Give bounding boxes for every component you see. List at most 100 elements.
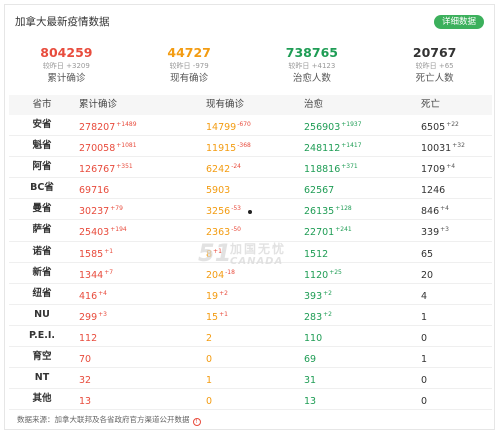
- cell-dead: 65: [421, 248, 434, 260]
- cell-confirmed: 25403+194: [79, 226, 127, 239]
- info-icon[interactable]: !: [192, 418, 201, 426]
- cell-dead: 339+3: [421, 226, 449, 239]
- cell-province: 阿省: [32, 161, 52, 173]
- table-row[interactable]: 萨省 25403+194 2363-50 22701+241 339+3: [9, 220, 492, 242]
- cell-cured-delta: +371: [341, 163, 358, 171]
- table-row[interactable]: 纽省 416+4 19+2 393+2 4: [9, 284, 492, 305]
- cell-dead: 4: [421, 290, 428, 302]
- table-row[interactable]: 魁省 270058+1081 11915-368 248112+1417 10031+3…: [9, 136, 492, 158]
- cell-dead: 10031+32: [421, 142, 465, 155]
- cell-confirmed-delta: +79: [110, 205, 123, 213]
- cell-cured-delta: +1937: [341, 121, 362, 128]
- table-row[interactable]: P.E.I. 112 2 110 0: [9, 326, 492, 348]
- cell-cured: 283+2: [304, 310, 332, 323]
- cell-confirmed: 32: [79, 375, 92, 387]
- cell-confirmed: 299+3: [79, 310, 107, 323]
- cell-current-delta: -368: [237, 142, 251, 150]
- summary-stat: 44727 较昨日 -979 现有确诊: [128, 45, 251, 95]
- header-province: 省市: [32, 99, 52, 110]
- summary-value: 20767: [412, 45, 457, 60]
- summary-label: 累计确诊: [47, 73, 86, 84]
- cell-current: 0: [206, 396, 213, 408]
- cell-current: 19+2: [206, 289, 228, 302]
- summary-label: 治愈人数: [292, 73, 331, 84]
- cell-current: 8+1: [206, 247, 222, 260]
- summary-label: 现有确诊: [170, 73, 209, 84]
- header-current: 现有确诊: [206, 99, 245, 110]
- cell-confirmed: 13: [79, 396, 92, 408]
- cell-cured-delta: +1417: [341, 142, 362, 150]
- cell-dead: 0: [421, 375, 428, 387]
- cell-dead: 6505+22: [421, 121, 459, 133]
- card-header: 加拿大最新疫情数据 详细数据: [15, 14, 484, 32]
- cell-dead-delta: +22: [446, 121, 459, 128]
- cell-cured-delta: +25: [329, 268, 342, 276]
- table-row[interactable]: 育空 70 0 69 1: [9, 347, 492, 369]
- cell-confirmed-delta: +351: [116, 163, 133, 171]
- cell-confirmed: 270058+1081: [79, 142, 137, 155]
- cell-current-delta: +2: [219, 289, 228, 297]
- cell-current: 204-18: [206, 268, 235, 281]
- cell-current-delta: -24: [231, 163, 241, 171]
- cell-province: 育空: [32, 351, 52, 363]
- cell-cured: 1512: [304, 248, 329, 260]
- table-row[interactable]: 诺省 1585+1 8+1 1512 65: [9, 242, 492, 263]
- cell-current: 14799-670: [206, 121, 251, 133]
- cell-current-delta: -53: [231, 205, 241, 213]
- summary-delta: 较昨日 -979: [169, 62, 209, 70]
- summary-stat: 20767 较昨日 +65 死亡人数: [373, 45, 496, 95]
- cell-cured-delta: +2: [323, 289, 332, 297]
- summary-delta: 较昨日 +3209: [42, 62, 90, 70]
- cell-confirmed: 70: [79, 354, 92, 366]
- table-row[interactable]: 其他 13 0 13 0: [9, 389, 492, 411]
- cell-current: 2363-50: [206, 226, 241, 239]
- cell-dead: 20: [421, 269, 434, 281]
- summary-value: 44727: [167, 45, 211, 60]
- cell-province: 魁省: [32, 140, 52, 152]
- cell-dead-delta: +4: [446, 163, 456, 171]
- cell-dead: 1709+4: [421, 163, 456, 176]
- cell-current: 6242-24: [206, 163, 241, 176]
- summary-stats: 804259 较昨日 +3209 累计确诊 44727 较昨日 -979 现有确诊 7387…: [5, 45, 496, 95]
- cell-confirmed: 30237+79: [79, 205, 123, 218]
- cell-cured: 26135+128: [304, 205, 352, 218]
- cell-province: NT: [34, 372, 50, 384]
- cell-confirmed: 1585+1: [79, 247, 114, 260]
- cursor-dot: [248, 210, 252, 214]
- data-source-text: 数据来源：加拿大联邦及各省政府官方渠道公开数据: [17, 415, 190, 424]
- cell-cured: 13: [304, 396, 317, 408]
- cell-cured: 393+2: [304, 289, 332, 302]
- data-source-footer: 数据来源：加拿大联邦及各省政府官方渠道公开数据!: [17, 414, 201, 426]
- cell-cured-delta: +2: [323, 310, 332, 318]
- cell-province: 萨省: [32, 224, 52, 236]
- table-row[interactable]: 阿省 126767+351 6242-24 118816+371 1709+4: [9, 157, 492, 179]
- province-table-body: 安省 278207+1489 14799-670 256903+1937 6505+22…: [9, 115, 492, 411]
- cell-confirmed: 69716: [79, 185, 110, 197]
- summary-stat: 738765 较昨日 +4123 治愈人数: [251, 45, 374, 95]
- cell-cured: 256903+1937: [304, 121, 362, 133]
- table-row[interactable]: NT 32 1 31 0: [9, 368, 492, 390]
- cell-current-delta: +1: [219, 310, 228, 318]
- cell-confirmed-delta: +1489: [116, 121, 137, 128]
- cell-cured: 248112+1417: [304, 142, 362, 155]
- cell-dead-delta: +3: [440, 226, 449, 234]
- cell-confirmed: 278207+1489: [79, 121, 137, 133]
- summary-delta: 较昨日 +65: [415, 62, 454, 70]
- table-row[interactable]: 新省 1344+7 204-18 1120+25 20: [9, 263, 492, 284]
- cell-dead: 1: [421, 311, 428, 323]
- detail-data-button[interactable]: 详细数据: [433, 15, 484, 29]
- cell-confirmed: 126767+351: [79, 163, 133, 176]
- summary-value: 804259: [40, 45, 93, 60]
- cell-cured-delta: +128: [335, 205, 352, 213]
- cell-current: 0: [206, 354, 213, 366]
- table-row[interactable]: BC省 69716 5903 62567 1246: [9, 178, 492, 200]
- cell-confirmed-delta: +4: [98, 289, 107, 297]
- cell-province: 其他: [32, 393, 52, 405]
- table-row[interactable]: NU 299+3 15+1 283+2 1: [9, 305, 492, 326]
- cell-province: 曼省: [32, 203, 52, 215]
- table-row[interactable]: 安省 278207+1489 14799-670 256903+1937 6505+22: [9, 115, 492, 137]
- cell-dead-delta: +4: [440, 205, 449, 213]
- cell-cured: 1120+25: [304, 268, 342, 281]
- cell-cured: 118816+371: [304, 163, 358, 176]
- summary-label: 死亡人数: [415, 73, 454, 84]
